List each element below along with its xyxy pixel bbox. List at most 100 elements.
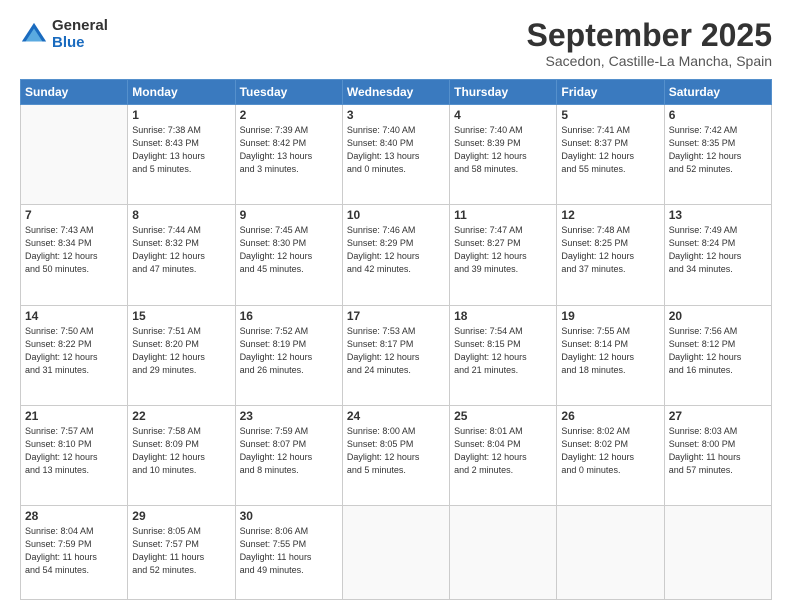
day-info: Sunrise: 7:46 AM Sunset: 8:29 PM Dayligh… <box>347 224 445 276</box>
table-row: 26Sunrise: 8:02 AM Sunset: 8:02 PM Dayli… <box>557 405 664 505</box>
header: General Blue September 2025 Sacedon, Cas… <box>20 18 772 69</box>
day-info: Sunrise: 7:43 AM Sunset: 8:34 PM Dayligh… <box>25 224 123 276</box>
day-number: 12 <box>561 208 659 222</box>
logo-blue-text: Blue <box>52 35 108 52</box>
page: General Blue September 2025 Sacedon, Cas… <box>0 0 792 612</box>
day-number: 27 <box>669 409 767 423</box>
table-row <box>21 105 128 205</box>
col-thursday: Thursday <box>450 80 557 105</box>
day-info: Sunrise: 7:53 AM Sunset: 8:17 PM Dayligh… <box>347 325 445 377</box>
calendar-header-row: Sunday Monday Tuesday Wednesday Thursday… <box>21 80 772 105</box>
col-wednesday: Wednesday <box>342 80 449 105</box>
day-info: Sunrise: 7:48 AM Sunset: 8:25 PM Dayligh… <box>561 224 659 276</box>
table-row: 29Sunrise: 8:05 AM Sunset: 7:57 PM Dayli… <box>128 505 235 599</box>
day-info: Sunrise: 7:42 AM Sunset: 8:35 PM Dayligh… <box>669 124 767 176</box>
day-info: Sunrise: 7:47 AM Sunset: 8:27 PM Dayligh… <box>454 224 552 276</box>
day-info: Sunrise: 7:40 AM Sunset: 8:39 PM Dayligh… <box>454 124 552 176</box>
day-number: 8 <box>132 208 230 222</box>
day-info: Sunrise: 7:40 AM Sunset: 8:40 PM Dayligh… <box>347 124 445 176</box>
table-row: 19 Sunrise: 7:55 AM Sunset: 8:14 PM Dayli… <box>557 305 664 405</box>
table-row: 25 Sunrise: 8:01 AM Sunset: 8:04 PM Dayli… <box>450 405 557 505</box>
table-row: 11 Sunrise: 7:47 AM Sunset: 8:27 PM Dayli… <box>450 205 557 305</box>
day-number: 17 <box>347 309 445 323</box>
day-number: 3 <box>347 108 445 122</box>
table-row: 3 Sunrise: 7:40 AM Sunset: 8:40 PM Daylig… <box>342 105 449 205</box>
table-row: 28 Sunrise: 8:04 AM Sunset: 7:59 PM Dayli… <box>21 505 128 599</box>
day-info: Sunrise: 7:56 AM Sunset: 8:12 PM Dayligh… <box>669 325 767 377</box>
month-title: September 2025 <box>527 18 772 53</box>
day-number: 16 <box>240 309 338 323</box>
day-info: Sunrise: 7:51 AM Sunset: 8:20 PM Dayligh… <box>132 325 230 377</box>
day-number: 28 <box>25 509 123 523</box>
table-row: 14 Sunrise: 7:50 AM Sunset: 8:22 PM Dayli… <box>21 305 128 405</box>
day-info: Sunrise: 8:06 AM Sunset: 7:55 PM Dayligh… <box>240 525 338 577</box>
table-row: 22 Sunrise: 7:58 AM Sunset: 8:09 PM Dayli… <box>128 405 235 505</box>
day-info: Sunrise: 7:52 AM Sunset: 8:19 PM Dayligh… <box>240 325 338 377</box>
day-number: 18 <box>454 309 552 323</box>
table-row: 4 Sunrise: 7:40 AM Sunset: 8:39 PM Daylig… <box>450 105 557 205</box>
table-row <box>664 505 771 599</box>
col-sunday: Sunday <box>21 80 128 105</box>
location-subtitle: Sacedon, Castille-La Mancha, Spain <box>527 53 772 69</box>
logo-text: General Blue <box>52 18 108 51</box>
table-row: 30 Sunrise: 8:06 AM Sunset: 7:55 PM Dayli… <box>235 505 342 599</box>
day-number: 11 <box>454 208 552 222</box>
table-row: 7 Sunrise: 7:43 AM Sunset: 8:34 PM Daylig… <box>21 205 128 305</box>
day-info: Sunrise: 7:50 AM Sunset: 8:22 PM Dayligh… <box>25 325 123 377</box>
table-row: 23Sunrise: 7:59 AM Sunset: 8:07 PM Dayli… <box>235 405 342 505</box>
day-info: Sunrise: 8:01 AM Sunset: 8:04 PM Dayligh… <box>454 425 552 477</box>
table-row: 15 Sunrise: 7:51 AM Sunset: 8:20 PM Dayli… <box>128 305 235 405</box>
table-row: 16 Sunrise: 7:52 AM Sunset: 8:19 PM Dayli… <box>235 305 342 405</box>
col-tuesday: Tuesday <box>235 80 342 105</box>
table-row: 10Sunrise: 7:46 AM Sunset: 8:29 PM Dayli… <box>342 205 449 305</box>
day-number: 26 <box>561 409 659 423</box>
day-info: Sunrise: 7:55 AM Sunset: 8:14 PM Dayligh… <box>561 325 659 377</box>
col-saturday: Saturday <box>664 80 771 105</box>
calendar-table: Sunday Monday Tuesday Wednesday Thursday… <box>20 79 772 600</box>
day-info: Sunrise: 8:03 AM Sunset: 8:00 PM Dayligh… <box>669 425 767 477</box>
day-number: 20 <box>669 309 767 323</box>
day-info: Sunrise: 7:54 AM Sunset: 8:15 PM Dayligh… <box>454 325 552 377</box>
day-number: 6 <box>669 108 767 122</box>
table-row: 8 Sunrise: 7:44 AM Sunset: 8:32 PM Daylig… <box>128 205 235 305</box>
day-number: 13 <box>669 208 767 222</box>
table-row: 5Sunrise: 7:41 AM Sunset: 8:37 PM Daylig… <box>557 105 664 205</box>
table-row: 13 Sunrise: 7:49 AM Sunset: 8:24 PM Dayli… <box>664 205 771 305</box>
table-row: 21Sunrise: 7:57 AM Sunset: 8:10 PM Dayli… <box>21 405 128 505</box>
day-info: Sunrise: 7:49 AM Sunset: 8:24 PM Dayligh… <box>669 224 767 276</box>
logo-icon <box>20 21 48 49</box>
day-number: 4 <box>454 108 552 122</box>
table-row: 17 Sunrise: 7:53 AM Sunset: 8:17 PM Dayli… <box>342 305 449 405</box>
table-row <box>557 505 664 599</box>
day-number: 1 <box>132 108 230 122</box>
day-number: 15 <box>132 309 230 323</box>
day-number: 25 <box>454 409 552 423</box>
day-info: Sunrise: 7:58 AM Sunset: 8:09 PM Dayligh… <box>132 425 230 477</box>
day-number: 5 <box>561 108 659 122</box>
day-number: 30 <box>240 509 338 523</box>
table-row: 27 Sunrise: 8:03 AM Sunset: 8:00 PM Dayli… <box>664 405 771 505</box>
day-number: 2 <box>240 108 338 122</box>
day-number: 24 <box>347 409 445 423</box>
day-info: Sunrise: 8:00 AM Sunset: 8:05 PM Dayligh… <box>347 425 445 477</box>
table-row <box>342 505 449 599</box>
table-row: 12 Sunrise: 7:48 AM Sunset: 8:25 PM Dayli… <box>557 205 664 305</box>
day-info: Sunrise: 7:44 AM Sunset: 8:32 PM Dayligh… <box>132 224 230 276</box>
col-monday: Monday <box>128 80 235 105</box>
table-row: 24 Sunrise: 8:00 AM Sunset: 8:05 PM Dayli… <box>342 405 449 505</box>
table-row: 2 Sunrise: 7:39 AM Sunset: 8:42 PM Daylig… <box>235 105 342 205</box>
table-row: 9Sunrise: 7:45 AM Sunset: 8:30 PM Daylig… <box>235 205 342 305</box>
day-number: 22 <box>132 409 230 423</box>
logo-general-text: General <box>52 18 108 35</box>
day-info: Sunrise: 8:04 AM Sunset: 7:59 PM Dayligh… <box>25 525 123 577</box>
logo: General Blue <box>20 18 108 51</box>
day-number: 29 <box>132 509 230 523</box>
title-block: September 2025 Sacedon, Castille-La Manc… <box>527 18 772 69</box>
table-row: 6 Sunrise: 7:42 AM Sunset: 8:35 PM Daylig… <box>664 105 771 205</box>
day-number: 19 <box>561 309 659 323</box>
day-number: 7 <box>25 208 123 222</box>
day-number: 14 <box>25 309 123 323</box>
day-number: 21 <box>25 409 123 423</box>
day-info: Sunrise: 7:39 AM Sunset: 8:42 PM Dayligh… <box>240 124 338 176</box>
day-info: Sunrise: 7:59 AM Sunset: 8:07 PM Dayligh… <box>240 425 338 477</box>
